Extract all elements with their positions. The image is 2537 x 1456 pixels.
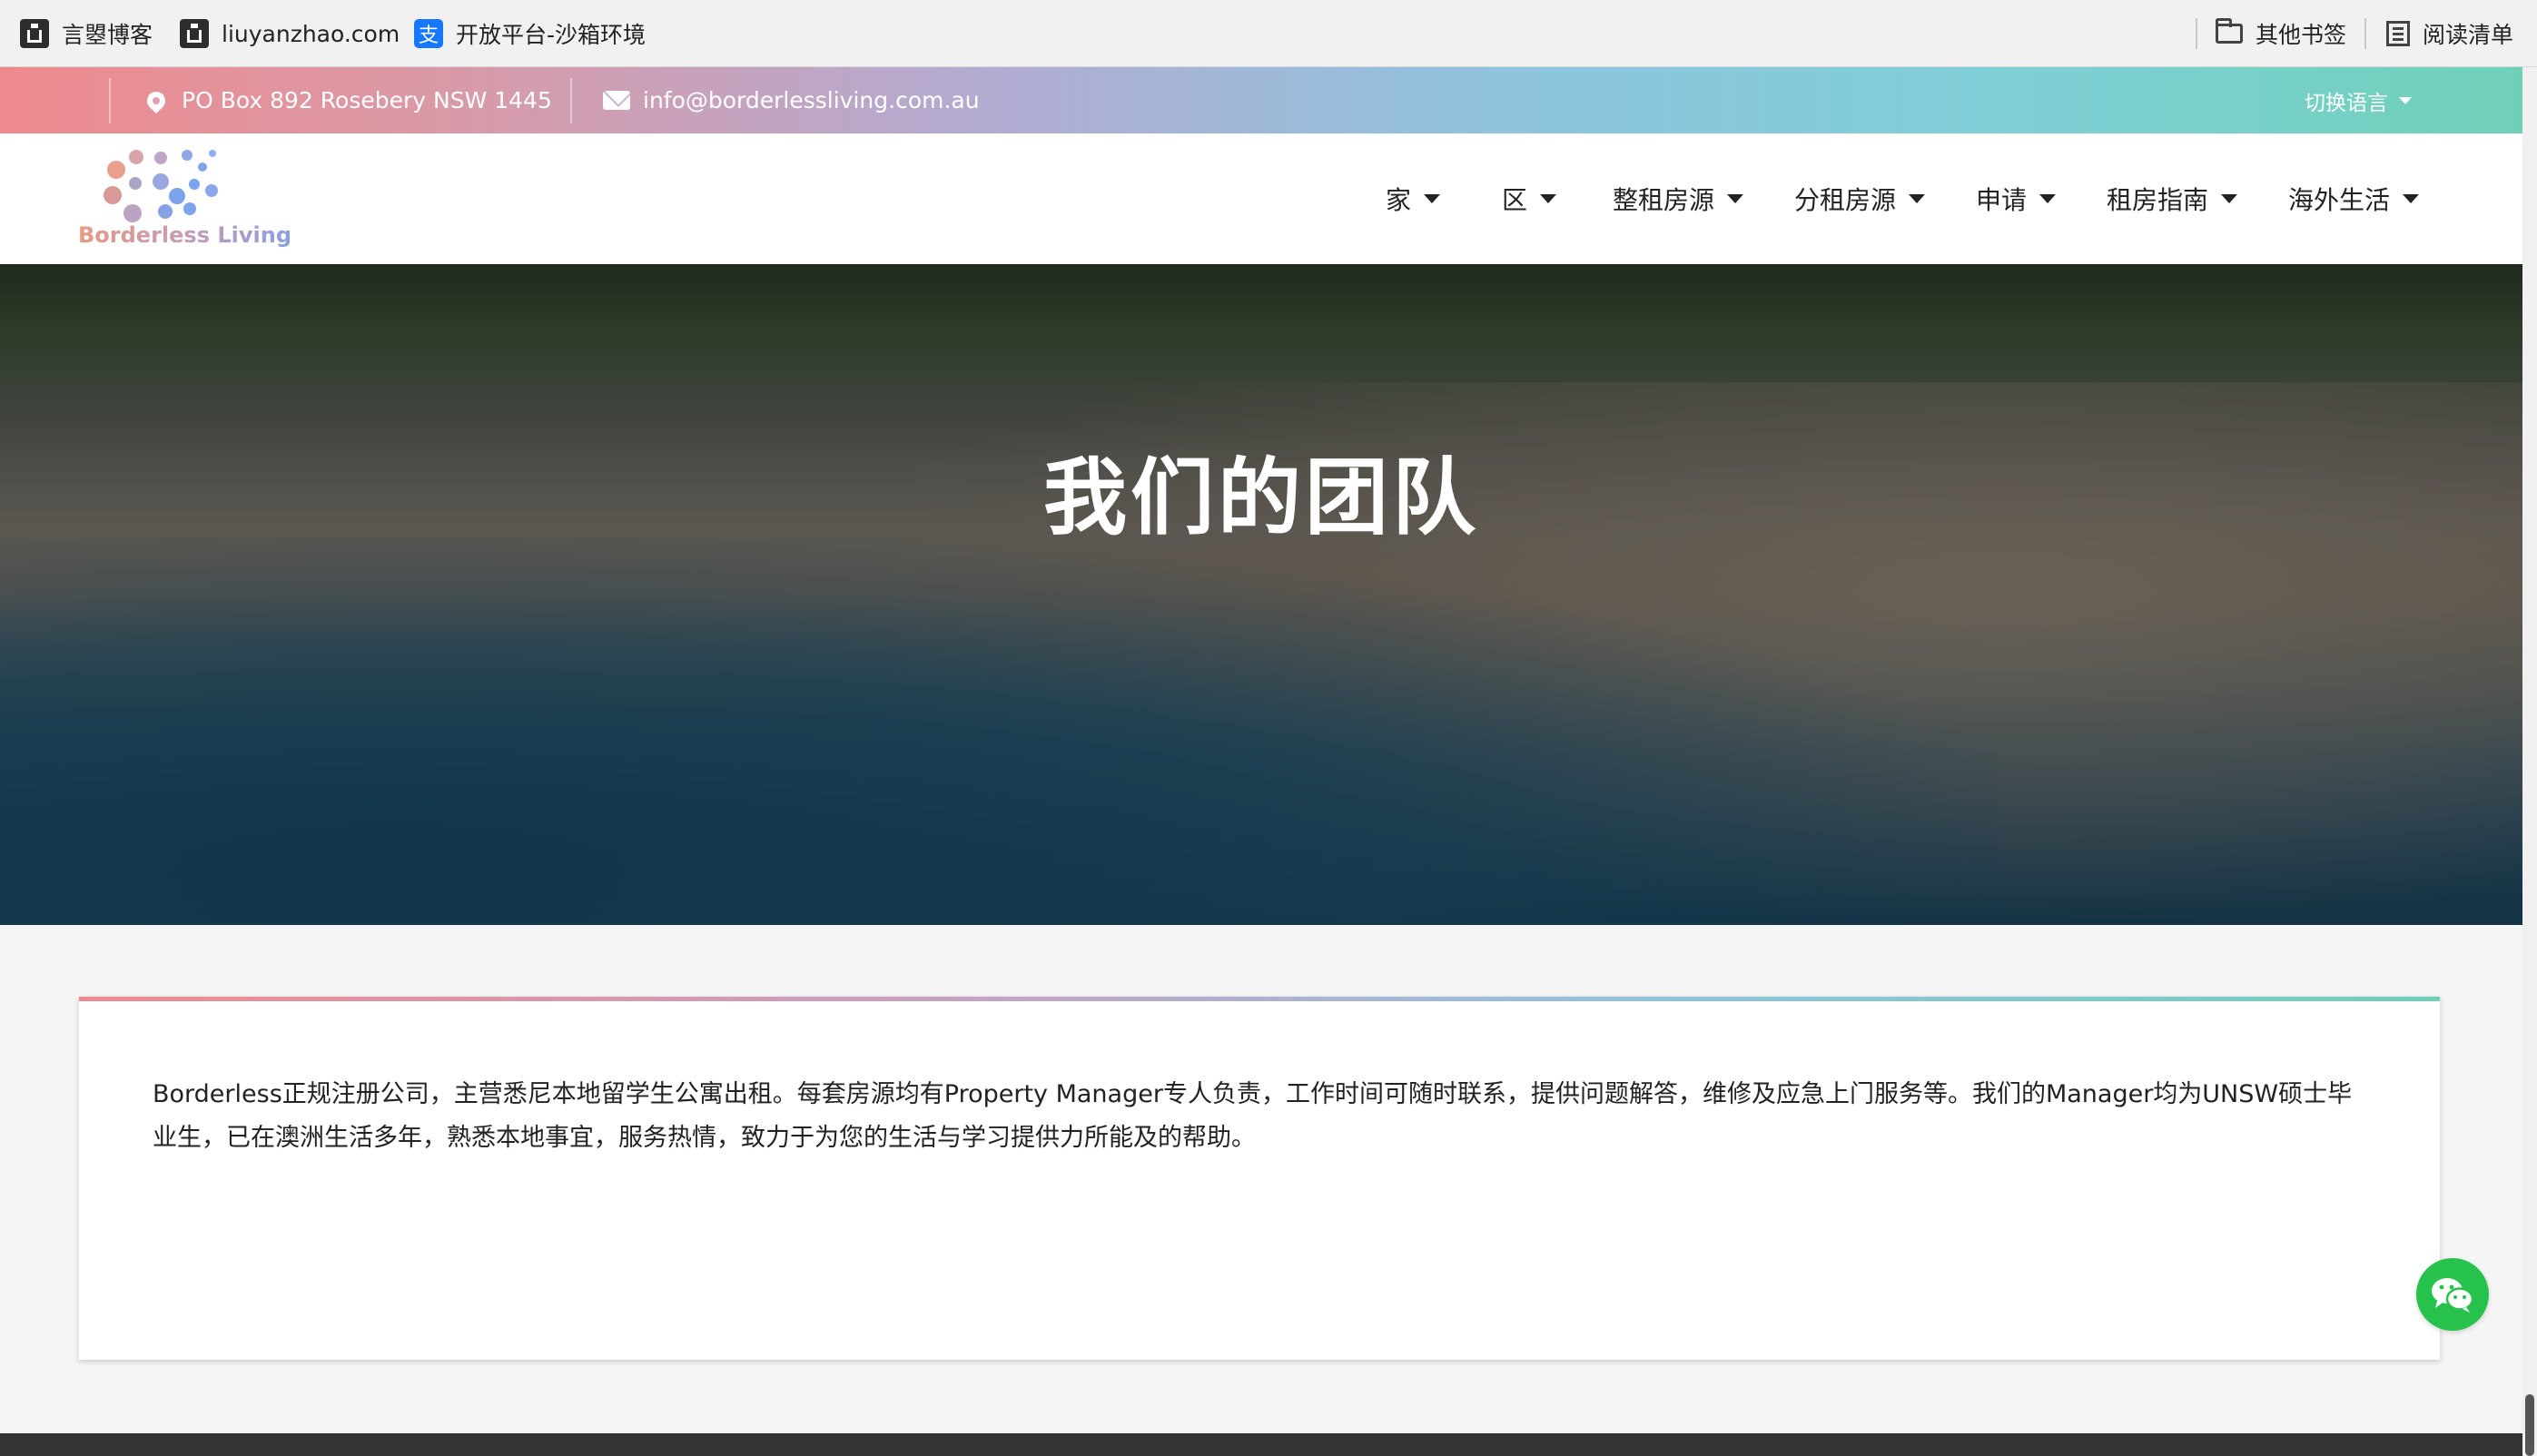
nav-item-rental-guide[interactable]: 租房指南 xyxy=(2107,133,2238,264)
email-text: info@borderlessliving.com.au xyxy=(643,87,980,113)
page-scrollbar-track[interactable] xyxy=(2522,67,2537,1456)
page-title: 我们的团队 xyxy=(1042,449,1479,546)
address-text: PO Box 892 Rosebery NSW 1445 xyxy=(182,87,552,113)
nav-item-home[interactable]: 家 xyxy=(1386,133,1441,264)
other-bookmarks-label: 其他书签 xyxy=(2256,22,2347,48)
bookmarks-divider xyxy=(2196,18,2197,49)
other-bookmarks[interactable]: 其他书签 xyxy=(2216,0,2346,67)
hero-overlay xyxy=(0,264,2522,925)
nav-item-area[interactable]: 区 xyxy=(1502,133,1557,264)
nav-label: 区 xyxy=(1502,185,1528,215)
nav-label: 海外生活 xyxy=(2288,185,2391,215)
bookmark-site-icon xyxy=(180,19,209,48)
language-switch-label: 切换语言 xyxy=(2305,91,2388,115)
caret-down-icon xyxy=(1909,194,1926,203)
alipay-icon: 支 xyxy=(414,19,443,48)
address-info: PO Box 892 Rosebery NSW 1445 xyxy=(143,67,552,133)
caret-down-icon xyxy=(1540,194,1557,203)
site-logo[interactable]: Borderless Living xyxy=(76,143,291,261)
caret-down-icon xyxy=(2403,194,2420,203)
intro-paragraph: Borderless正规注册公司，主营悉尼本地留学生公寓出租。每套房源均有Pro… xyxy=(153,1080,2353,1152)
logo-dots-graphic xyxy=(104,143,267,224)
bookmarks-divider xyxy=(2364,18,2366,49)
caret-down-icon xyxy=(1424,194,1441,203)
logo-text: Borderless Living xyxy=(78,222,291,248)
bookmarks-bar: 言曌博客 liuyanzhao.com 支 开放平台-沙箱环境 其他书签 阅读清… xyxy=(0,0,2537,67)
page-scrollbar-thumb[interactable] xyxy=(2525,1394,2534,1456)
bookmark-label: 开放平台-沙箱环境 xyxy=(456,22,647,48)
bookmark-yanzhao-blog[interactable]: 言曌博客 xyxy=(20,0,153,67)
wechat-icon xyxy=(2432,1278,2474,1313)
caret-down-icon xyxy=(2039,194,2057,203)
bookmark-liuyanzhao[interactable]: liuyanzhao.com xyxy=(180,0,400,67)
info-divider xyxy=(570,78,572,123)
caret-down-icon xyxy=(1727,194,1744,203)
bookmark-site-icon xyxy=(20,19,49,48)
reading-list-label: 阅读清单 xyxy=(2423,22,2514,48)
info-divider xyxy=(109,78,111,123)
email-link[interactable]: info@borderlessliving.com.au xyxy=(603,67,980,133)
footer-strip xyxy=(0,1433,2522,1456)
folder-icon xyxy=(2216,18,2243,44)
site-header: Borderless Living 家 区 整租房源 分租房源 申请 租房指南 … xyxy=(0,133,2522,264)
nav-label: 分租房源 xyxy=(1794,185,1897,215)
nav-item-overseas-life[interactable]: 海外生活 xyxy=(2288,133,2420,264)
reading-list-icon xyxy=(2386,21,2410,46)
hero-banner: 我们的团队 xyxy=(0,264,2522,925)
card-gradient-border xyxy=(79,997,2440,1001)
reading-list[interactable]: 阅读清单 xyxy=(2386,0,2513,67)
top-info-bar: PO Box 892 Rosebery NSW 1445 info@border… xyxy=(0,67,2522,133)
bookmark-label: 言曌博客 xyxy=(62,22,153,48)
nav-label: 租房指南 xyxy=(2107,185,2209,215)
nav-label: 整租房源 xyxy=(1613,185,1715,215)
content-card: Borderless正规注册公司，主营悉尼本地留学生公寓出租。每套房源均有Pro… xyxy=(79,997,2440,1360)
nav-item-apply[interactable]: 申请 xyxy=(1976,133,2057,264)
nav-item-shared-rental[interactable]: 分租房源 xyxy=(1794,133,1926,264)
nav-label: 家 xyxy=(1386,185,1412,215)
nav-item-whole-rental[interactable]: 整租房源 xyxy=(1613,133,1744,264)
caret-down-icon xyxy=(2221,194,2238,203)
bookmark-sandbox[interactable]: 支 开放平台-沙箱环境 xyxy=(414,0,646,67)
bookmark-label: liuyanzhao.com xyxy=(222,20,400,47)
location-pin-icon xyxy=(143,87,170,113)
nav-label: 申请 xyxy=(1976,185,2028,215)
language-switch[interactable]: 切换语言 xyxy=(2305,67,2412,133)
caret-down-icon xyxy=(2399,96,2412,104)
wechat-button[interactable] xyxy=(2416,1258,2489,1331)
mail-icon xyxy=(603,91,630,110)
